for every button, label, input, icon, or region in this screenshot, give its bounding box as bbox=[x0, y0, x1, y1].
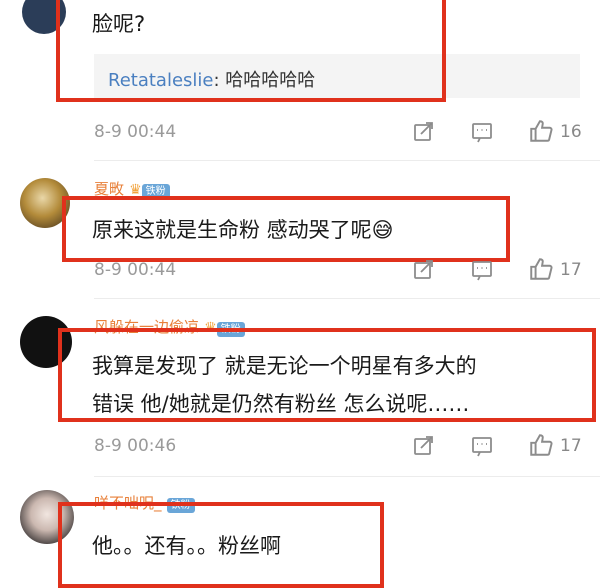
comment-text: 他。。还有。。粉丝啊 bbox=[92, 534, 281, 558]
reply-text: 哈哈哈哈哈 bbox=[225, 70, 316, 91]
comment-text-line: 我算是发现了 就是无论一个明星有多大的 bbox=[92, 354, 477, 378]
repost-icon[interactable] bbox=[412, 120, 436, 144]
reply-separator: : bbox=[213, 70, 226, 91]
like-icon[interactable] bbox=[528, 118, 554, 144]
like-count: 16 bbox=[560, 122, 582, 142]
divider bbox=[94, 298, 600, 299]
comment-time: 8-9 00:46 bbox=[94, 436, 177, 456]
comment-text: 原来这就是生命粉 感动哭了呢😅 bbox=[92, 218, 394, 242]
comment-icon[interactable] bbox=[470, 120, 494, 144]
reply-username[interactable]: Retataleslie bbox=[108, 70, 213, 91]
like-count: 17 bbox=[560, 436, 582, 456]
repost-icon[interactable] bbox=[412, 434, 436, 458]
like-icon[interactable] bbox=[528, 256, 554, 282]
comment-time: 8-9 00:44 bbox=[94, 260, 177, 280]
repost-icon[interactable] bbox=[412, 258, 436, 282]
like-icon[interactable] bbox=[528, 432, 554, 458]
comment-text: 脸呢? bbox=[92, 12, 146, 36]
divider bbox=[94, 160, 600, 161]
comment-icon[interactable] bbox=[470, 258, 494, 282]
comment-text-line: 错误 他/她就是仍然有粉丝 怎么说呢…… bbox=[92, 392, 470, 416]
comment-time: 8-9 00:44 bbox=[94, 122, 177, 142]
divider bbox=[94, 476, 600, 477]
like-count: 17 bbox=[560, 260, 582, 280]
reply-line: Retataleslie: 哈哈哈哈哈 bbox=[108, 66, 315, 92]
comment-icon[interactable] bbox=[470, 434, 494, 458]
